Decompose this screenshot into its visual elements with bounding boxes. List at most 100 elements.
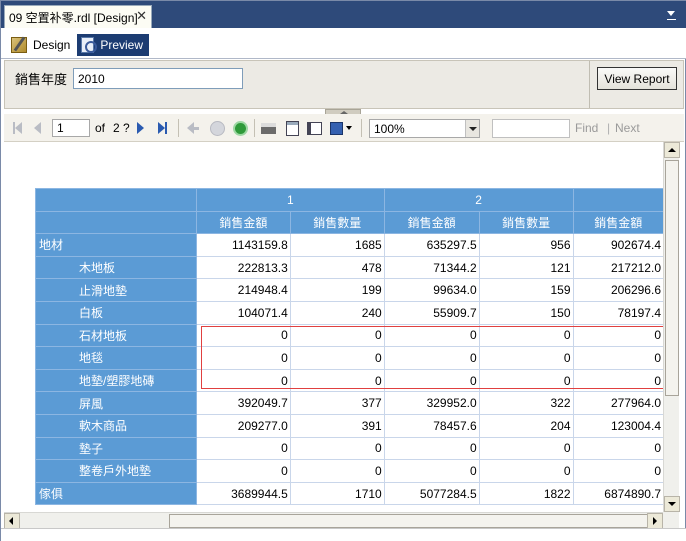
document-tab-strip: 09 空置补零.rdl [Design] ✕: [1, 1, 686, 28]
find-next-button[interactable]: Next: [615, 121, 640, 135]
scroll-down-icon[interactable]: [664, 496, 680, 512]
print-icon[interactable]: [260, 120, 276, 136]
data-cell: 391: [289, 413, 385, 438]
data-cell: 377: [289, 391, 385, 415]
table-row: 地毯 0 0 0 0 0: [35, 346, 663, 370]
scroll-up-icon[interactable]: [664, 142, 680, 158]
row-header: 地毯: [35, 346, 197, 370]
zoom-select[interactable]: 100%: [369, 119, 480, 138]
find-button[interactable]: Find: [575, 121, 598, 135]
matrix-corner: [35, 210, 197, 235]
page-of-label: of: [95, 121, 106, 135]
data-cell: 99634.0: [383, 278, 480, 302]
report-viewport[interactable]: 1 2 銷售金額 銷售數量 銷售金額 銷售數量 銷售金額 地材 1143159.8 1685 635…: [4, 142, 663, 512]
view-report-button[interactable]: View Report: [597, 67, 677, 90]
design-icon: [11, 37, 27, 53]
data-cell: 277964.0: [572, 391, 663, 415]
horizontal-scroll-thumb[interactable]: [169, 514, 649, 528]
previous-page-icon[interactable]: [31, 120, 43, 136]
close-icon[interactable]: ✕: [136, 9, 147, 24]
matrix-corner: [35, 188, 197, 212]
parameter-panel: 銷售年度 View Report: [4, 60, 684, 115]
data-cell: 0: [478, 323, 574, 348]
refresh-icon[interactable]: [232, 120, 248, 136]
parameter-label: 銷售年度: [15, 72, 68, 87]
data-cell: 199: [289, 278, 385, 302]
tab-preview[interactable]: Preview: [77, 34, 149, 56]
table-row: 整卷戶外地墊 0 0 0 0 0: [35, 459, 663, 483]
data-cell: 3689944.5: [195, 481, 291, 506]
data-cell: 0: [289, 459, 385, 483]
vertical-scroll-thumb[interactable]: [665, 160, 679, 396]
data-cell: 0: [478, 346, 574, 370]
horizontal-scrollbar[interactable]: [4, 512, 663, 529]
report-designer-window: 09 空置补零.rdl [Design] ✕ Design Preview 銷售…: [0, 0, 686, 541]
data-cell: 0: [572, 368, 663, 393]
view-tab-bar: Design Preview: [1, 28, 686, 59]
data-cell: 902674.4: [572, 233, 663, 257]
table-row: 地材 1143159.8 1685 635297.5 956 902674.4: [35, 233, 663, 257]
document-tab[interactable]: 09 空置补零.rdl [Design] ✕: [4, 5, 152, 28]
measure-header: 銷售金額: [572, 210, 663, 235]
row-header: 屏風: [35, 391, 197, 415]
data-cell: 206296.6: [572, 278, 663, 302]
tab-list-bar-icon: [667, 19, 676, 20]
find-input[interactable]: [492, 119, 570, 138]
next-page-icon[interactable]: [134, 120, 146, 136]
data-cell: 0: [195, 346, 291, 370]
measure-header: 銷售數量: [478, 210, 574, 235]
scroll-right-icon[interactable]: [647, 513, 663, 529]
data-cell: 150: [478, 300, 574, 325]
row-header: 傢俱: [35, 481, 197, 506]
scroll-left-icon[interactable]: [4, 513, 20, 529]
data-cell: 0: [195, 459, 291, 483]
data-cell: 0: [478, 459, 574, 483]
parameter-divider: [589, 61, 590, 108]
print-layout-icon[interactable]: [284, 120, 300, 136]
column-group-row: 12: [35, 188, 663, 212]
tab-design[interactable]: Design: [7, 34, 76, 56]
data-cell: 0: [383, 323, 480, 348]
tab-design-label: Design: [33, 38, 71, 52]
data-cell: 0: [572, 436, 663, 461]
first-page-icon[interactable]: [10, 120, 24, 136]
table-row: 屏風 392049.7 377 329952.0 322 277964.0: [35, 391, 663, 415]
data-cell: 635297.5: [383, 233, 480, 257]
chevron-down-icon[interactable]: [465, 120, 479, 137]
scrollbar-corner: [663, 512, 679, 528]
back-icon[interactable]: [186, 120, 200, 136]
row-header: 石材地板: [35, 323, 197, 348]
data-cell: 0: [572, 346, 663, 370]
data-cell: 217212.0: [572, 255, 663, 280]
toolbar-separator: [178, 119, 179, 137]
current-page-input[interactable]: [52, 119, 90, 137]
vertical-scrollbar[interactable]: [663, 142, 680, 512]
measure-header: 銷售金額: [383, 210, 480, 235]
data-cell: 0: [195, 323, 291, 348]
export-icon[interactable]: [330, 120, 352, 136]
data-cell: 240: [289, 300, 385, 325]
document-tab-title: 09 空置补零.rdl [Design]: [9, 10, 138, 25]
column-group-header: 1: [195, 188, 385, 212]
data-cell: 1685: [289, 233, 385, 257]
data-cell: 6874890.7: [572, 481, 663, 506]
data-cell: 329952.0: [383, 391, 480, 415]
tab-list-dropdown-icon[interactable]: [667, 11, 675, 16]
page-setup-icon[interactable]: [306, 120, 322, 136]
data-cell: 0: [289, 323, 385, 348]
last-page-icon[interactable]: [155, 120, 169, 136]
stop-icon[interactable]: [209, 120, 225, 136]
measure-header-row: 銷售金額 銷售數量 銷售金額 銷售數量 銷售金額: [35, 210, 663, 235]
sales-year-input[interactable]: [73, 68, 243, 89]
table-row: 地墊/塑膠地磚 0 0 0 0 0: [35, 368, 663, 393]
data-cell: 104071.4: [195, 300, 291, 325]
data-cell: 478: [289, 255, 385, 280]
data-cell: 159: [478, 278, 574, 302]
row-header: 軟木商品: [35, 413, 197, 438]
data-cell: 0: [195, 436, 291, 461]
data-cell: 0: [195, 368, 291, 393]
row-header: 地墊/塑膠地磚: [35, 368, 197, 393]
row-header: 木地板: [35, 255, 197, 280]
table-row: 木地板 222813.3 478 71344.2 121 217212.0: [35, 255, 663, 280]
data-cell: 121: [478, 255, 574, 280]
